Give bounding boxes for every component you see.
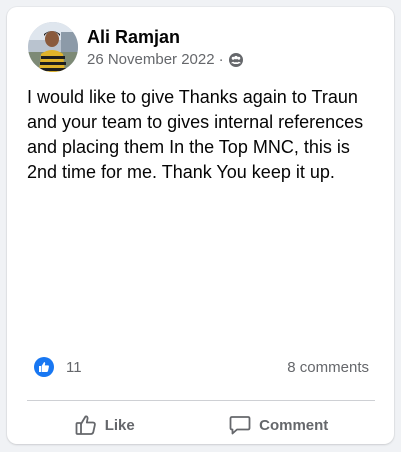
avatar[interactable] <box>28 22 78 72</box>
like-label: Like <box>104 416 135 434</box>
post-card: Ali Ramjan 26 November 2022 · I would li… <box>7 7 394 444</box>
post-subline: 26 November 2022 · <box>87 51 244 69</box>
reactions-summary[interactable]: 11 <box>34 357 82 377</box>
comment-count-link[interactable]: 8 comments <box>287 359 369 376</box>
comment-button[interactable]: Comment <box>216 408 340 442</box>
author-name[interactable]: Ali Ramjan <box>87 26 244 48</box>
action-bar: Like Comment <box>27 407 375 443</box>
meta-separator: · <box>218 50 224 68</box>
post-header: Ali Ramjan 26 November 2022 · <box>28 22 244 72</box>
post-text: I would like to give Thanks again to Tra… <box>27 87 364 182</box>
divider <box>27 400 375 401</box>
reaction-count: 11 <box>66 358 82 376</box>
post-date[interactable]: 26 November 2022 <box>87 51 215 69</box>
like-button[interactable]: Like <box>62 408 147 442</box>
post-meta: Ali Ramjan 26 November 2022 · <box>87 26 244 69</box>
group-icon[interactable] <box>228 52 244 68</box>
like-icon <box>34 357 54 377</box>
thumbs-up-icon <box>74 413 98 437</box>
comment-label: Comment <box>259 416 329 434</box>
post-stats: 11 8 comments <box>34 356 369 378</box>
comment-icon <box>228 413 252 437</box>
